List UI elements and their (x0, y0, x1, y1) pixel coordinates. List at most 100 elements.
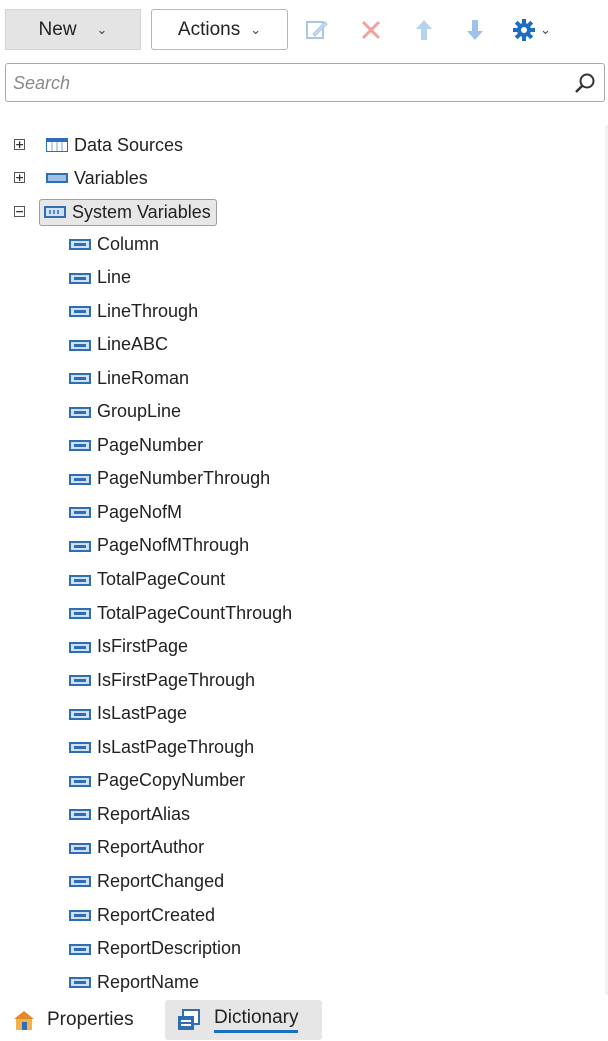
search-box (5, 63, 605, 102)
tree-node-label: ReportCreated (97, 904, 216, 925)
tree-node-label: LineRoman (97, 367, 190, 388)
tree-node-system-variable[interactable]: LineABC (69, 330, 168, 360)
tree-node-label: Variables (74, 167, 148, 188)
settings-icon[interactable]: ⌄ (512, 16, 562, 44)
expand-icon[interactable]: + (14, 139, 25, 150)
edit-icon[interactable] (303, 16, 331, 44)
bottom-tabs: Properties Dictionary (0, 997, 608, 1041)
tree-node-label: IsFirstPageThrough (97, 669, 256, 690)
system-variable-icon (69, 876, 91, 888)
chevron-down-icon: ⌄ (96, 21, 108, 37)
tree-node-label: PageNofM (97, 501, 183, 522)
tab-dictionary-label: Dictionary (214, 1007, 299, 1033)
collapse-icon[interactable]: − (14, 206, 25, 217)
search-input[interactable] (13, 70, 553, 96)
system-variable-icon (69, 574, 91, 586)
tree-node-system-variables[interactable]: − System Variables (14, 197, 217, 227)
system-variable-icon (69, 708, 91, 720)
properties-icon (14, 1011, 34, 1030)
tree-node-system-variable[interactable]: ReportDescription (69, 934, 241, 964)
tree-node-label: System Variables (72, 201, 211, 222)
system-variable-icon (69, 440, 91, 452)
tree-node-system-variable[interactable]: PageNofMThrough (69, 531, 249, 561)
tree-node-system-variable[interactable]: TotalPageCount (69, 565, 225, 595)
tree-node-label: ReportAlias (97, 803, 191, 824)
tree-node-label: PageCopyNumber (97, 770, 246, 791)
system-variable-icon (69, 809, 91, 821)
tree-node-label: PageNumber (97, 434, 204, 455)
tree-node-system-variable[interactable]: ReportAlias (69, 799, 190, 829)
tree-node-system-variable[interactable]: PageNofM (69, 497, 182, 527)
tree-node-data-sources[interactable]: + Data Sources (14, 130, 183, 160)
tree-node-system-variable[interactable]: IsFirstPage (69, 632, 188, 662)
tree-node-system-variable[interactable]: LineThrough (69, 296, 198, 326)
tree-node-system-variable[interactable]: ReportCreated (69, 900, 215, 930)
tree-node-variables[interactable]: + Variables (14, 163, 148, 193)
tree-node-label: Line (97, 267, 132, 288)
tab-properties[interactable]: Properties (12, 1000, 134, 1040)
tree-node-label: LineThrough (97, 300, 199, 321)
system-variable-icon (69, 608, 91, 620)
tree-node-label: PageNofMThrough (97, 535, 250, 556)
tree-node-label: TotalPageCountThrough (97, 602, 293, 623)
tree-node-label: IsLastPageThrough (97, 736, 255, 757)
system-variable-icon (69, 977, 91, 989)
move-down-icon[interactable] (461, 16, 489, 44)
chevron-down-icon: ⌄ (250, 21, 262, 37)
tree-node-system-variable[interactable]: ReportAuthor (69, 833, 204, 863)
delete-icon[interactable] (357, 16, 385, 44)
tree-node-label: PageNumberThrough (97, 468, 271, 489)
tree-node-system-variable[interactable]: LineRoman (69, 363, 189, 393)
dictionary-icon (178, 1009, 200, 1030)
tree-node-system-variable[interactable]: IsLastPageThrough (69, 732, 254, 762)
tree-node-label: IsFirstPage (97, 636, 189, 657)
tree-node-system-variable[interactable]: PageNumber (69, 430, 203, 460)
system-variable-icon (69, 775, 91, 787)
tree-node-label: LineABC (97, 334, 169, 355)
system-variable-icon (69, 540, 91, 552)
system-variable-icon (69, 675, 91, 687)
system-variable-icon (69, 272, 91, 284)
tree-node-system-variable[interactable]: Line (69, 263, 131, 293)
tree-node-label: Column (97, 233, 160, 254)
tree-node-label: ReportDescription (97, 938, 242, 959)
system-variable-icon (69, 406, 91, 418)
selected-node[interactable]: System Variables (39, 198, 217, 226)
tab-dictionary[interactable]: Dictionary (165, 1000, 322, 1040)
tree-node-system-variable[interactable]: GroupLine (69, 397, 181, 427)
tree-node-label: Data Sources (74, 134, 184, 155)
tree-node-system-variable[interactable]: TotalPageCountThrough (69, 598, 292, 628)
search-icon[interactable] (574, 72, 596, 94)
system-variable-icon (69, 239, 91, 250)
tree-node-label: TotalPageCount (97, 569, 226, 589)
tree-node-system-variable[interactable]: ReportName (69, 967, 199, 997)
tree-node-system-variable[interactable]: PageCopyNumber (69, 766, 245, 796)
variables-icon (46, 173, 68, 183)
tree-node-system-variable[interactable]: ReportChanged (69, 866, 224, 896)
system-variable-icon (69, 507, 91, 519)
system-variable-icon (69, 473, 91, 485)
data-sources-icon (46, 138, 68, 152)
actions-button[interactable]: Actions ⌄ (151, 9, 288, 50)
toolbar: New ⌄ Actions ⌄ ⌄ (0, 0, 608, 60)
tree-node-system-variable[interactable]: IsLastPage (69, 699, 187, 729)
tree-node-label: ReportName (97, 971, 200, 992)
system-variable-icon (69, 373, 91, 385)
tab-properties-label: Properties (47, 1009, 134, 1030)
tree-node-label: ReportChanged (97, 870, 225, 891)
expand-icon[interactable]: + (14, 172, 25, 183)
system-variable-icon (69, 943, 91, 955)
system-variables-icon (44, 206, 66, 218)
system-variable-icon (69, 742, 91, 754)
tree-node-label: GroupLine (97, 401, 182, 422)
tree-node-system-variable[interactable]: Column (69, 229, 159, 259)
tree-node-system-variable[interactable]: IsFirstPageThrough (69, 665, 255, 695)
actions-button-label: Actions (177, 18, 241, 40)
new-button[interactable]: New ⌄ (5, 9, 141, 50)
tree-node-system-variable[interactable]: PageNumberThrough (69, 464, 270, 494)
system-variable-icon (69, 306, 91, 318)
system-variable-icon (69, 842, 91, 854)
new-button-label: New (38, 18, 77, 40)
tree-node-label: ReportAuthor (97, 837, 205, 858)
move-up-icon[interactable] (410, 16, 438, 44)
